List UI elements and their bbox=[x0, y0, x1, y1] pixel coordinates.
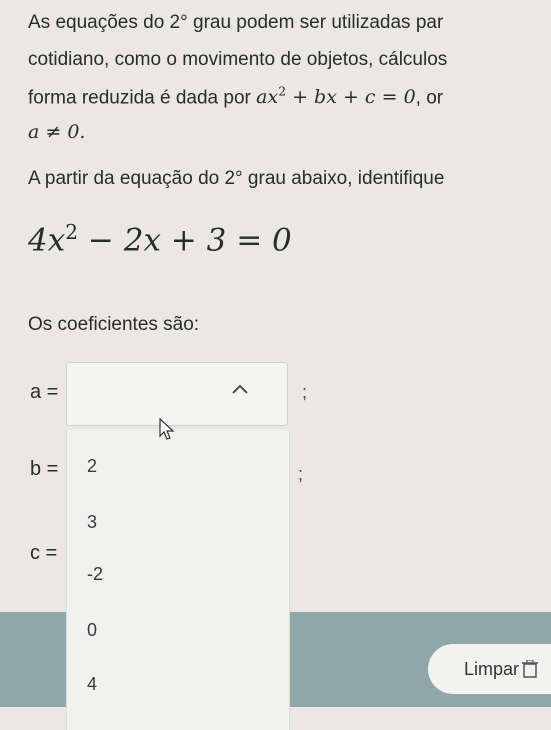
clear-button-label: Limpar bbox=[464, 659, 520, 679]
trash-icon[interactable] bbox=[522, 660, 538, 678]
intro-line-4: a ≠ 0. bbox=[28, 121, 86, 143]
quadratic-equation: 4x2 − 2x + 3 = 0 bbox=[28, 220, 292, 259]
instruction-line: A partir da equação do 2° grau abaixo, i… bbox=[28, 168, 445, 189]
dropdown-option[interactable]: 3 bbox=[87, 512, 97, 533]
coef-c-label: c = bbox=[30, 542, 58, 564]
intro-line-1: As equações do 2° grau podem ser utiliza… bbox=[28, 12, 444, 33]
dropdown-option[interactable]: 2 bbox=[87, 456, 97, 477]
intro-line-3: forma reduzida é dada por ax2 + bx + c =… bbox=[28, 85, 444, 109]
coef-a-select[interactable] bbox=[66, 362, 288, 426]
intro-line-2: cotidiano, como o movimento de objetos, … bbox=[28, 49, 448, 70]
dropdown-option[interactable]: 4 bbox=[87, 674, 97, 695]
coef-a-dropdown-list: 2 3 -2 0 4 bbox=[66, 430, 290, 730]
coef-b-label: b = bbox=[30, 458, 59, 480]
dropdown-option[interactable]: -2 bbox=[87, 564, 103, 585]
dropdown-option[interactable]: 0 bbox=[87, 620, 97, 641]
separator-a: ; bbox=[302, 382, 308, 402]
coef-a-label: a = bbox=[30, 381, 59, 403]
coefficients-title: Os coeficientes são: bbox=[28, 314, 200, 335]
chevron-up-icon[interactable] bbox=[231, 383, 249, 395]
separator-b: ; bbox=[298, 464, 304, 484]
general-equation: ax2 + bx + c = 0 bbox=[256, 85, 416, 109]
mouse-pointer-icon bbox=[159, 418, 175, 440]
